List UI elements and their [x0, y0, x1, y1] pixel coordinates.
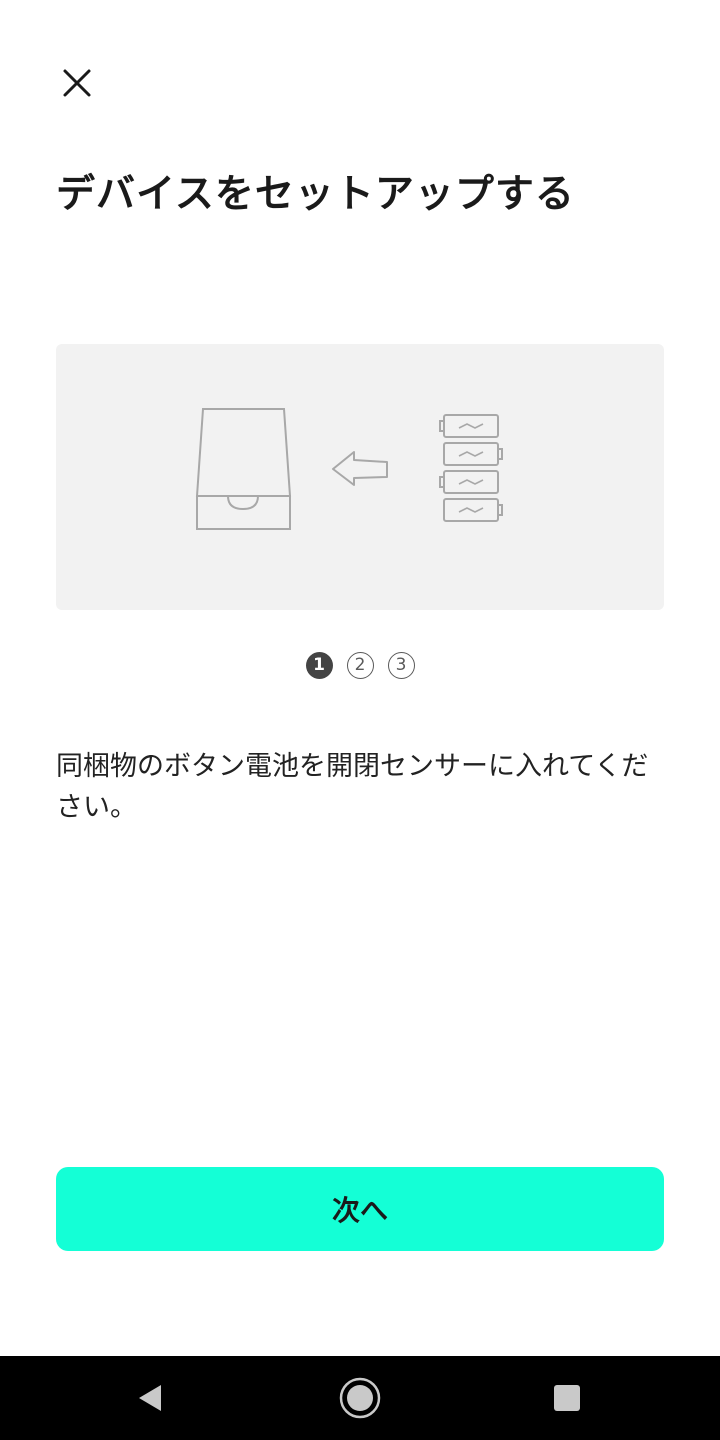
page-title: デバイスをセットアップする — [56, 172, 575, 217]
setup-illustration — [56, 344, 664, 610]
next-button[interactable]: 次へ — [56, 1167, 664, 1251]
arrow-left-icon — [332, 451, 388, 486]
home-circle-icon — [339, 1377, 381, 1419]
battery-icon — [439, 414, 503, 522]
sensor-device-icon — [195, 408, 292, 530]
step-2-indicator: 2 — [346, 652, 374, 679]
close-icon — [63, 69, 91, 97]
step-3-indicator: 3 — [387, 652, 415, 679]
step-1-indicator: 1 — [305, 652, 333, 679]
nav-recents-button[interactable] — [525, 1356, 609, 1440]
back-triangle-icon — [139, 1385, 161, 1411]
close-button[interactable] — [52, 58, 102, 108]
step-indicator: 1 2 3 — [0, 652, 720, 679]
instruction-text: 同梱物のボタン電池を開閉センサーに入れてください。 — [56, 751, 649, 823]
nav-home-button[interactable] — [318, 1356, 402, 1440]
nav-back-button[interactable] — [108, 1356, 192, 1440]
system-nav-bar — [0, 1356, 720, 1440]
recents-square-icon — [554, 1385, 580, 1411]
setup-screen: デバイスをセットアップする 1 2 3 同梱物のボタン電池を開閉センサーに入れて… — [0, 0, 720, 1440]
